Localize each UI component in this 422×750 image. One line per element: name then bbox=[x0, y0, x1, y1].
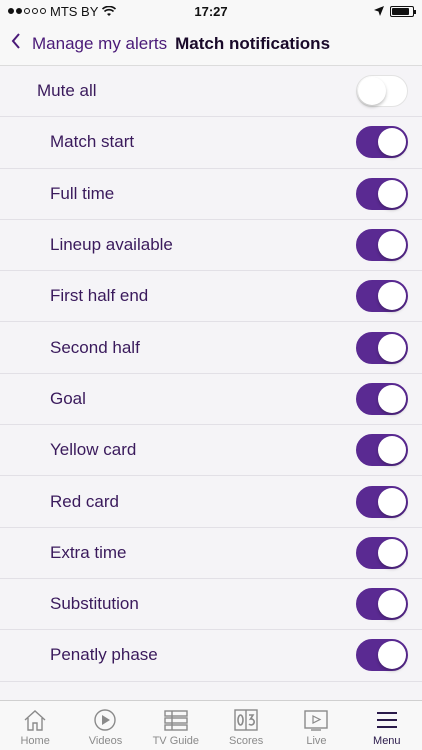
navigation-bar: Manage my alerts Match notifications bbox=[0, 22, 422, 66]
item-label: Penatly phase bbox=[50, 645, 158, 665]
live-icon bbox=[304, 710, 329, 731]
penalty-phase-toggle[interactable] bbox=[356, 639, 408, 672]
tab-label: Scores bbox=[229, 735, 264, 747]
tab-label: Menu bbox=[373, 735, 401, 747]
substitution-toggle[interactable] bbox=[356, 588, 408, 621]
menu-icon bbox=[376, 712, 397, 728]
item-label: First half end bbox=[50, 286, 149, 306]
battery-icon bbox=[390, 5, 416, 17]
location-arrow-icon bbox=[374, 6, 384, 16]
list-item: Substitution bbox=[0, 579, 422, 631]
tv-guide-icon bbox=[164, 710, 188, 731]
list-item: Full time bbox=[0, 169, 422, 220]
tab-label: Videos bbox=[88, 735, 123, 747]
mute-all-toggle[interactable] bbox=[356, 75, 408, 108]
extra-time-toggle[interactable] bbox=[356, 536, 408, 569]
tab-live[interactable]: Live bbox=[281, 701, 351, 750]
list-item: Goal bbox=[0, 374, 422, 426]
second-half-toggle[interactable] bbox=[356, 331, 408, 364]
item-label: Goal bbox=[50, 388, 86, 408]
goal-toggle[interactable] bbox=[356, 382, 408, 415]
tab-scores[interactable]: Scores bbox=[211, 701, 281, 750]
chevron-left-icon[interactable] bbox=[10, 32, 28, 56]
status-left: MTS BY bbox=[8, 3, 117, 19]
mute-all-row: Mute all bbox=[0, 66, 422, 118]
tab-home[interactable]: Home bbox=[0, 701, 70, 750]
page-title: Match notifications bbox=[175, 33, 331, 53]
list-item: Lineup available bbox=[0, 220, 422, 272]
item-label: Match start bbox=[50, 132, 135, 152]
tab-videos[interactable]: Videos bbox=[70, 701, 140, 750]
red-card-toggle[interactable] bbox=[356, 485, 408, 518]
tab-menu[interactable]: Menu bbox=[352, 701, 422, 750]
carrier-name: MTS BY bbox=[50, 3, 99, 19]
list-item: Second half bbox=[0, 322, 422, 374]
list-item: Penatly phase bbox=[0, 630, 422, 682]
yellow-card-toggle[interactable] bbox=[356, 434, 408, 467]
list-item: Extra time bbox=[0, 528, 422, 579]
list-item: First half end bbox=[0, 271, 422, 323]
tab-label: Home bbox=[20, 735, 50, 747]
list-item: Match start bbox=[0, 117, 422, 169]
status-bar: MTS BY 17:27 bbox=[0, 0, 422, 22]
play-circle-icon bbox=[94, 709, 117, 731]
signal-strength-icon bbox=[8, 8, 46, 14]
list-item: Red card bbox=[0, 476, 422, 528]
mute-all-label: Mute all bbox=[37, 81, 97, 101]
status-right bbox=[374, 5, 416, 17]
tab-tv-guide[interactable]: TV Guide bbox=[141, 701, 211, 750]
home-icon bbox=[24, 710, 46, 731]
item-label: Yellow card bbox=[50, 440, 137, 460]
back-button[interactable]: Manage my alerts bbox=[32, 34, 167, 54]
tab-bar: Home Videos TV Guide Scores Live Menu bbox=[0, 700, 422, 750]
item-label: Second half bbox=[50, 337, 140, 357]
tab-label: TV Guide bbox=[152, 735, 200, 747]
item-label: Substitution bbox=[50, 594, 139, 614]
notification-list: Mute all Match start Full time Lineup av… bbox=[0, 66, 422, 682]
item-label: Lineup available bbox=[50, 235, 173, 255]
scoreboard-icon bbox=[234, 709, 258, 731]
wifi-icon bbox=[102, 5, 117, 16]
list-item: Yellow card bbox=[0, 425, 422, 477]
tab-label: Live bbox=[306, 735, 327, 747]
lineup-available-toggle[interactable] bbox=[356, 229, 408, 262]
item-label: Full time bbox=[50, 183, 115, 203]
full-time-toggle[interactable] bbox=[356, 177, 408, 210]
item-label: Red card bbox=[50, 491, 119, 511]
match-start-toggle[interactable] bbox=[356, 126, 408, 159]
item-label: Extra time bbox=[50, 542, 127, 562]
first-half-end-toggle[interactable] bbox=[356, 280, 408, 313]
